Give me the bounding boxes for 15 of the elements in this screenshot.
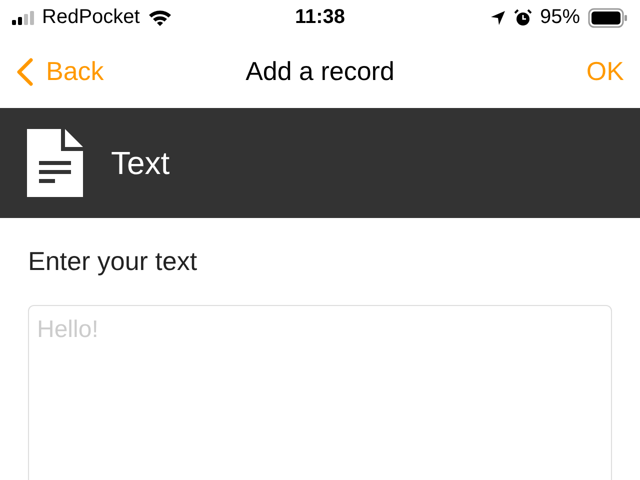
location-arrow-icon	[490, 10, 506, 26]
signal-icon	[12, 10, 34, 24]
screen-title: Add a record	[246, 56, 394, 87]
back-button[interactable]: Back	[16, 56, 104, 87]
carrier-name: RedPocket	[42, 6, 140, 29]
ok-button[interactable]: OK	[586, 56, 624, 87]
wifi-icon	[148, 8, 172, 26]
section-title: Text	[111, 144, 170, 182]
document-icon	[27, 129, 83, 197]
battery-percent: 95%	[540, 6, 580, 29]
field-label: Enter your text	[28, 246, 198, 277]
status-time: 11:38	[294, 6, 346, 29]
chevron-left-icon	[16, 56, 34, 86]
alarm-clock-icon	[514, 8, 532, 26]
battery-icon	[588, 8, 628, 28]
